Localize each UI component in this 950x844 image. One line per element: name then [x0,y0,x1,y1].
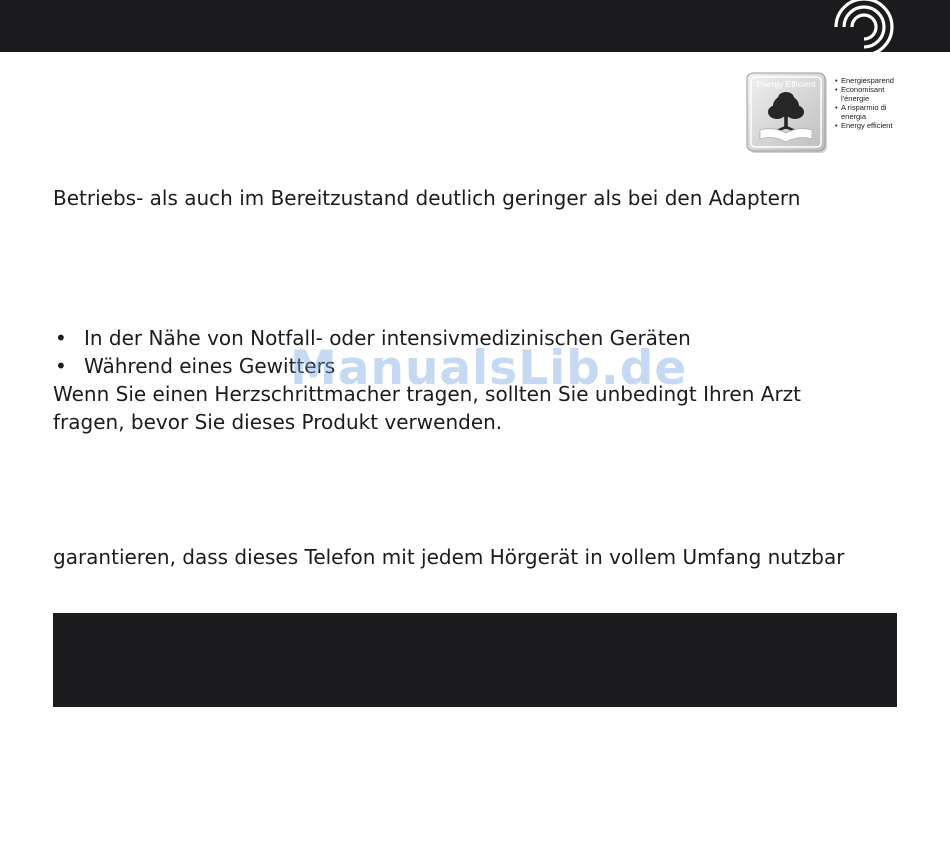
legend-item-energy-efficient: Energy efficient [835,121,935,130]
paragraph-pacemaker-line2: fragen, bevor Sie dieses Produkt verwend… [53,410,503,434]
tree-leaf-icon: Energy Efficient [746,72,827,153]
black-section-box [53,613,897,707]
energy-efficient-badge: Energy Efficient [746,72,830,156]
header-bar [0,0,950,52]
brand-logo-icon [826,0,902,60]
legend-item-economisant: Economisant l'énergie [835,85,935,103]
paragraph-hoergeraet: garantieren, dass dieses Telefon mit jed… [53,545,845,569]
legend-text-continued: energia [841,112,867,121]
badge-label: Energy Efficient [756,79,816,89]
legend-text: Economisant [841,85,885,94]
legend-item-energiesparend: Energiesparend [835,76,935,85]
legend-text: A risparmio di [841,103,887,112]
energy-legend: Energiesparend Economisant l'énergie A r… [835,76,935,130]
paragraph-betriebs: Betriebs- als auch im Bereitzustand deut… [53,186,801,210]
watermark: ManualsLib.de [290,341,688,396]
legend-item-risparmio: A risparmio di energia [835,103,935,121]
legend-text-continued: l'énergie [841,94,870,103]
